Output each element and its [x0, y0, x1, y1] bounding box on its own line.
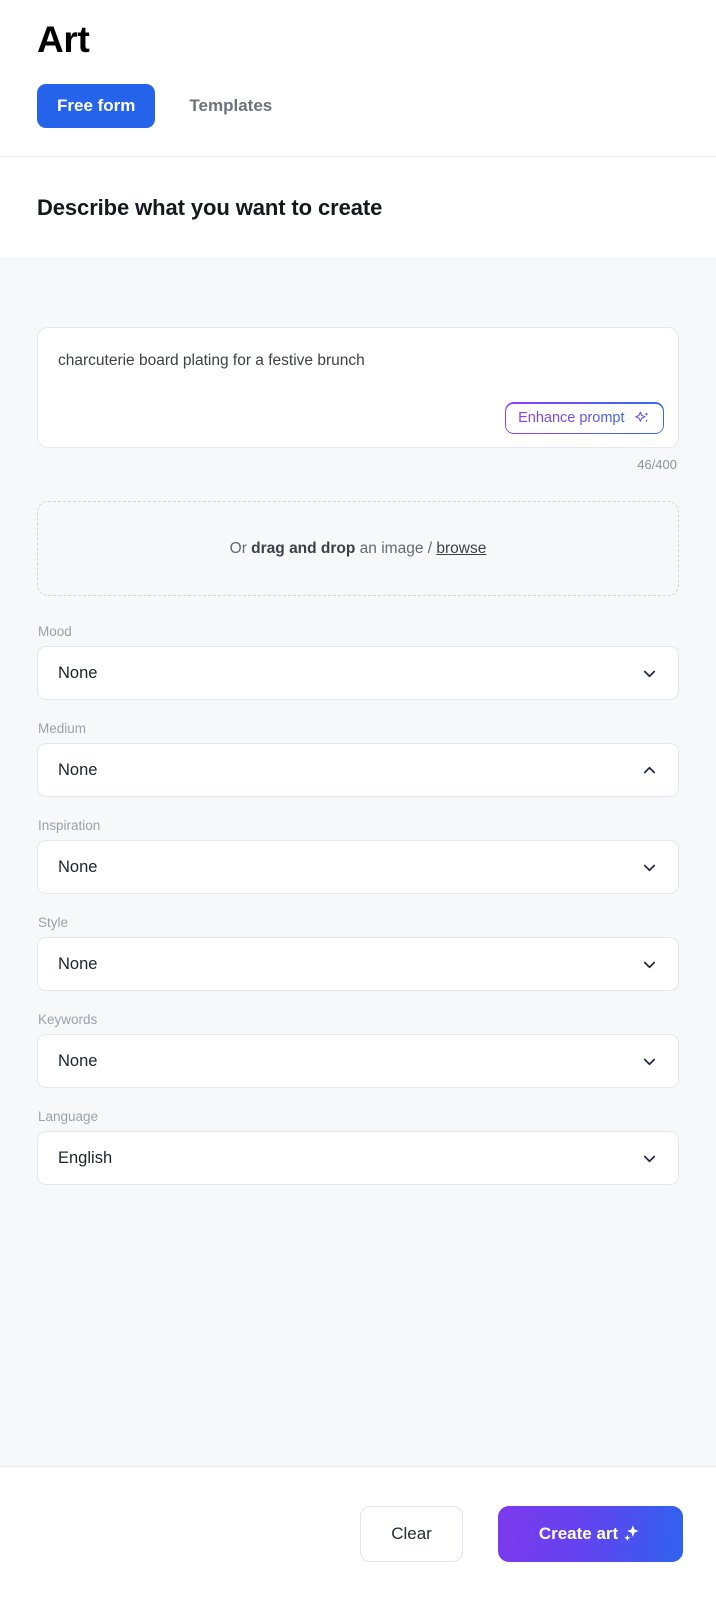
field-label-language: Language — [38, 1109, 99, 1125]
sparkles-icon — [634, 410, 651, 427]
tab-free-form[interactable]: Free form — [37, 84, 156, 129]
chevron-down-icon — [640, 858, 659, 877]
character-counter: 46/400 — [637, 457, 677, 473]
select-mood[interactable]: None — [37, 646, 679, 701]
page-header: Art Free form Templates — [0, 0, 716, 157]
field-label-mood: Mood — [38, 624, 72, 640]
select-mood-value: None — [58, 663, 98, 682]
field-label-inspiration: Inspiration — [38, 818, 101, 834]
chevron-down-icon — [640, 1052, 659, 1071]
dropzone-middle: an image / — [355, 539, 437, 557]
dropzone-prefix: Or — [229, 539, 252, 557]
dropzone-browse-link[interactable]: browse — [436, 540, 486, 557]
select-inspiration-value: None — [58, 857, 98, 876]
select-style-value: None — [58, 954, 98, 973]
dropzone-bold: drag and drop — [251, 539, 356, 557]
select-style[interactable]: None — [37, 937, 679, 992]
field-keywords: Keywords None — [37, 1012, 679, 1089]
select-language-value: English — [58, 1148, 113, 1167]
field-label-keywords: Keywords — [38, 1012, 98, 1028]
enhance-prompt-label: Enhance prompt — [518, 410, 625, 427]
chevron-down-icon — [640, 664, 659, 683]
select-language[interactable]: English — [37, 1131, 679, 1186]
describe-section-header: Describe what you want to create — [0, 157, 716, 258]
form-area: charcuterie board plating for a festive … — [0, 257, 716, 1466]
field-inspiration: Inspiration None — [37, 818, 679, 895]
chevron-up-icon — [640, 761, 659, 780]
art-generator-page: Art Free form Templates Describe what yo… — [0, 0, 716, 1600]
prompt-text-value: charcuterie board plating for a festive … — [58, 352, 365, 370]
prompt-input[interactable]: charcuterie board plating for a festive … — [37, 327, 679, 449]
create-art-button[interactable]: Create art — [498, 1505, 683, 1562]
dropzone-label: Or drag and drop an image / browse — [230, 540, 487, 558]
section-title: Describe what you want to create — [37, 195, 383, 221]
field-medium: Medium None — [37, 721, 679, 798]
clear-button[interactable]: Clear — [360, 1505, 463, 1562]
chevron-down-icon — [640, 1149, 659, 1168]
prompt-wrapper: charcuterie board plating for a festive … — [37, 327, 679, 472]
field-mood: Mood None — [37, 624, 679, 701]
field-label-medium: Medium — [38, 721, 87, 737]
enhance-prompt-button[interactable]: Enhance prompt — [504, 402, 664, 435]
tab-templates[interactable]: Templates — [169, 84, 292, 128]
sparkle-icon — [621, 1523, 642, 1544]
field-language: Language English — [37, 1109, 679, 1186]
select-medium-value: None — [58, 760, 98, 779]
tab-bar: Free form Templates — [37, 84, 679, 156]
page-title: Art — [37, 19, 90, 60]
field-style: Style None — [37, 915, 679, 992]
select-inspiration[interactable]: None — [37, 840, 679, 895]
chevron-down-icon — [640, 955, 659, 974]
select-medium[interactable]: None — [37, 743, 679, 798]
field-label-style: Style — [38, 915, 69, 931]
option-fields: Mood None Medium None Inspiration None S… — [37, 624, 679, 1186]
select-keywords-value: None — [58, 1051, 98, 1070]
action-footer: Clear Create art — [0, 1467, 716, 1600]
create-art-label: Create art — [538, 1523, 619, 1543]
select-keywords[interactable]: None — [37, 1034, 679, 1089]
image-dropzone[interactable]: Or drag and drop an image / browse — [37, 501, 679, 597]
